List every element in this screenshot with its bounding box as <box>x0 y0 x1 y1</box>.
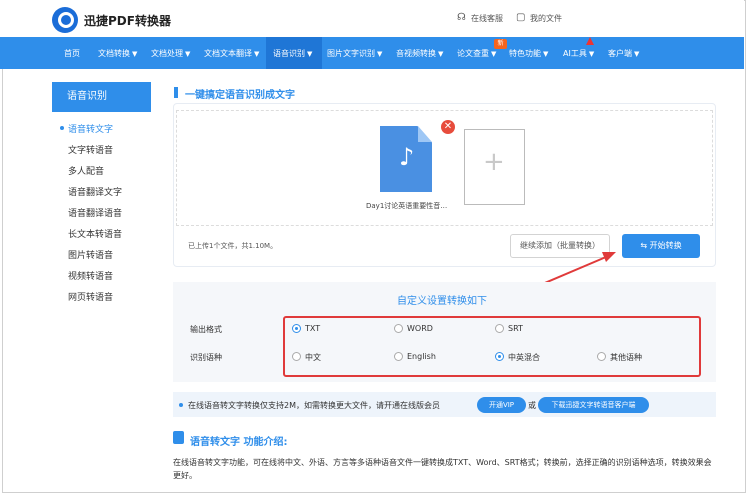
radio-mixed-label[interactable]: 中英混合 <box>508 352 540 363</box>
promo-or: 或 <box>528 401 536 410</box>
intro-title: 语音转文字 功能介绍: <box>190 437 288 448</box>
annotation-arrow-head <box>602 252 616 262</box>
radio-other[interactable] <box>597 352 606 361</box>
language-label: 识别语种 <box>190 353 222 362</box>
promo-text: 在线语音转文字转换仅支持2M，如需转换更大文件，请开通在线版会员 <box>188 401 440 410</box>
output-format-label: 输出格式 <box>190 325 222 334</box>
annotation-arrow <box>499 252 616 303</box>
radio-chinese-label[interactable]: 中文 <box>305 352 321 363</box>
radio-other-label[interactable]: 其他语种 <box>610 352 642 363</box>
radio-word[interactable] <box>394 324 403 333</box>
radio-srt-label[interactable]: SRT <box>508 324 523 333</box>
radio-srt[interactable] <box>495 324 504 333</box>
radio-mixed[interactable] <box>495 352 504 361</box>
radio-txt[interactable] <box>292 324 301 333</box>
intro-doc-icon <box>173 431 184 444</box>
download-client-button[interactable]: 下载迅捷文字转语音客户端 <box>538 397 649 413</box>
open-vip-button[interactable]: 开通VIP <box>477 397 526 413</box>
settings-title: 自定义设置转换如下 <box>397 296 487 307</box>
radio-chinese[interactable] <box>292 352 301 361</box>
promo-bullet-icon <box>179 403 183 407</box>
radio-english[interactable] <box>394 352 403 361</box>
radio-word-label[interactable]: WORD <box>407 324 433 333</box>
radio-txt-label[interactable]: TXT <box>305 324 320 333</box>
highlight-box <box>283 316 701 377</box>
intro-text: 在线语音转文字功能，可在线将中文、外语、方言等多语种语音文件一键转换成TXT、W… <box>173 458 712 480</box>
radio-english-label[interactable]: English <box>407 352 436 361</box>
